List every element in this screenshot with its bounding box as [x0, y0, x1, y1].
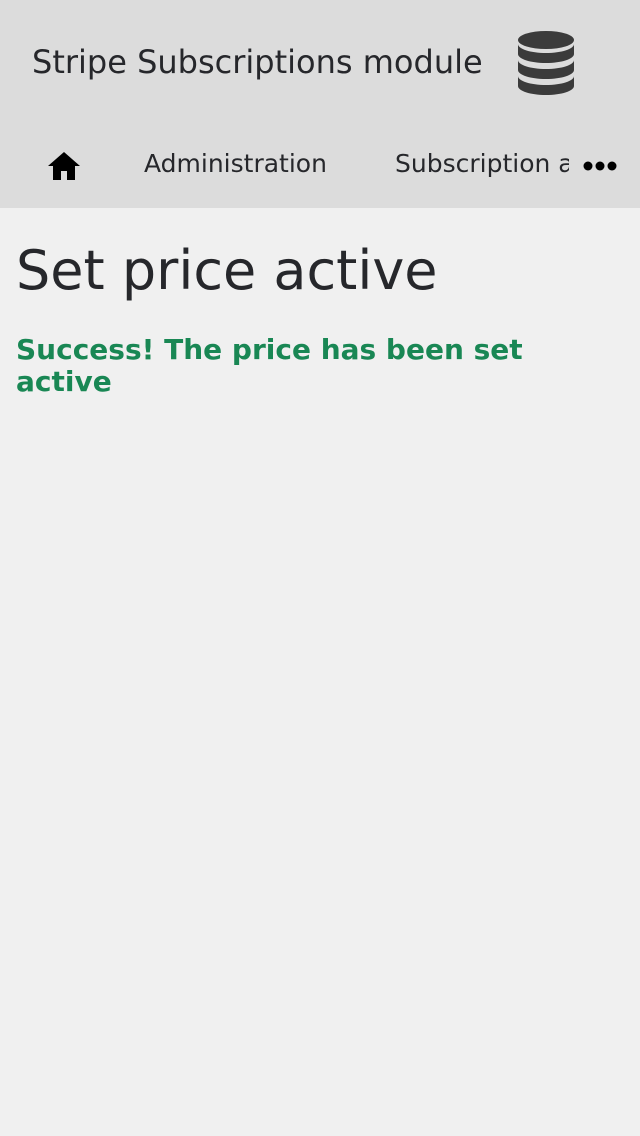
- nav-item-administration[interactable]: Administration: [144, 146, 327, 182]
- more-horizontal-icon[interactable]: [580, 154, 620, 178]
- app-title[interactable]: Stripe Subscriptions module: [32, 40, 483, 84]
- database-icon[interactable]: [516, 30, 576, 98]
- nav-item-subscription[interactable]: Subscription a: [395, 146, 569, 182]
- page-title: Set price active: [16, 239, 438, 302]
- main-nav: Administration Subscription a: [0, 128, 640, 200]
- home-icon[interactable]: [46, 148, 82, 184]
- success-message: Success! The price has been set active: [16, 333, 523, 398]
- app-header: Stripe Subscriptions module Administrati…: [0, 0, 640, 208]
